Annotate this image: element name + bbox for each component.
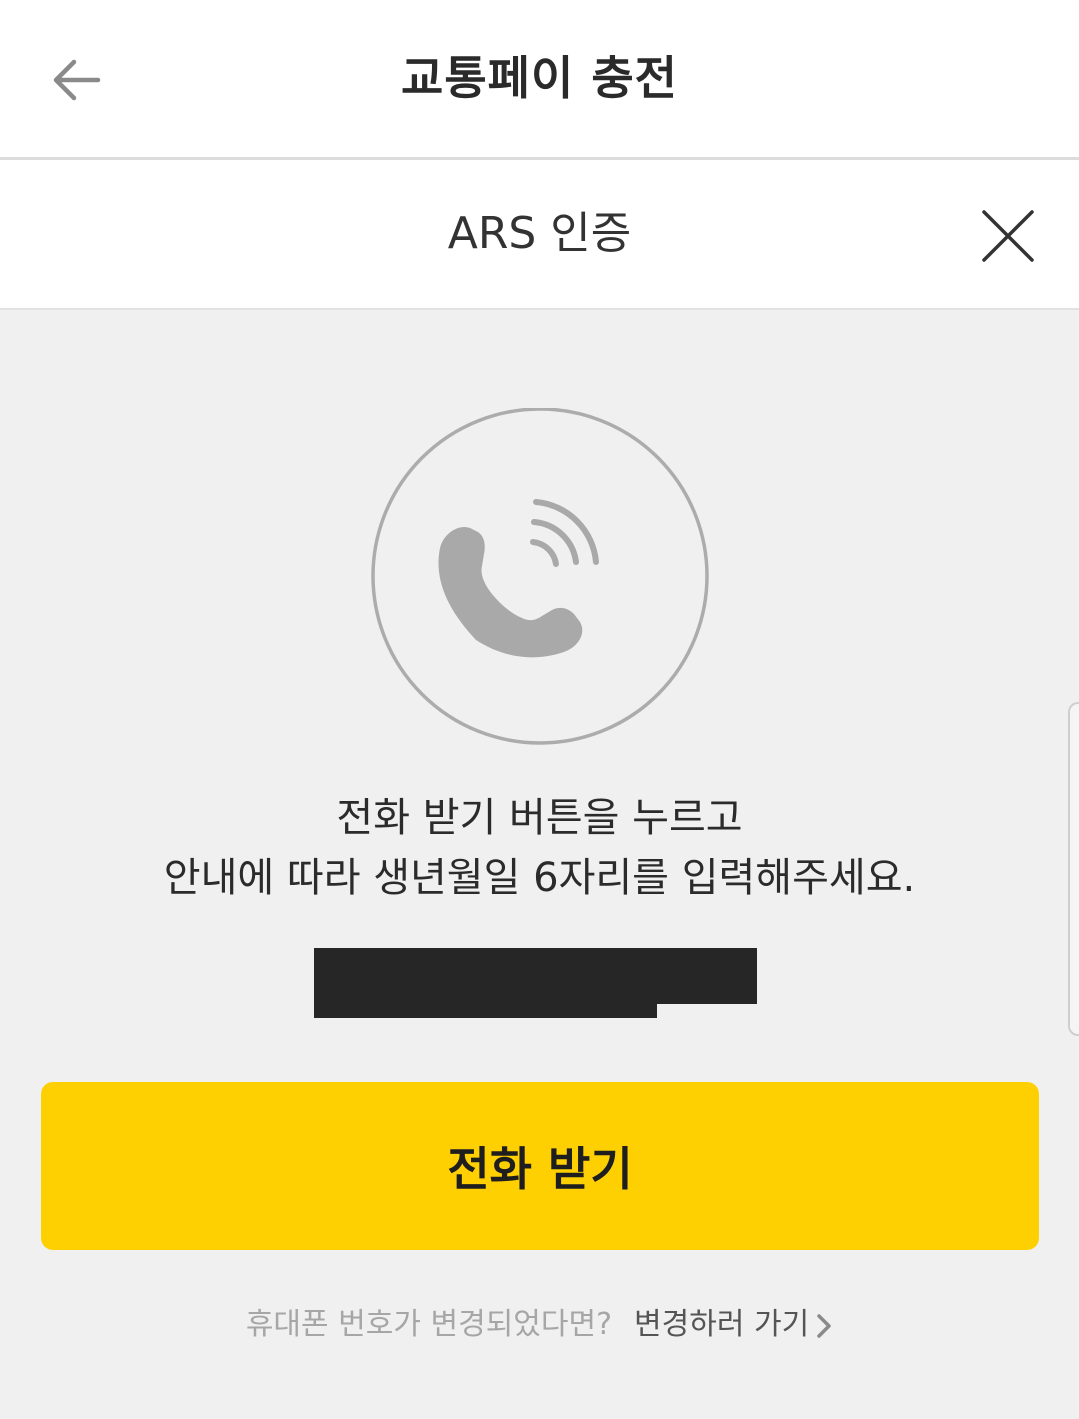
back-arrow-icon bbox=[53, 59, 101, 101]
phone-call-icon bbox=[371, 408, 709, 745]
instruction-line-1: 전화 받기 버튼을 누르고 bbox=[336, 795, 743, 841]
ars-content: 전화 받기 버튼을 누르고 안내에 따라 생년월일 6자리를 입력해주세요. 전… bbox=[0, 310, 1079, 1419]
chevron-right-icon bbox=[817, 1313, 831, 1338]
change-number-row: 휴대폰 번호가 변경되었다면? 변경하러 가기 bbox=[0, 1300, 1079, 1350]
change-number-question: 휴대폰 번호가 변경되었다면? bbox=[245, 1307, 613, 1342]
back-button[interactable] bbox=[40, 44, 112, 116]
redacted-phone-number bbox=[314, 948, 757, 1004]
app-header: 교통페이 충전 bbox=[0, 0, 1079, 160]
receive-call-button[interactable]: 전화 받기 bbox=[41, 1082, 1039, 1250]
change-number-link-label: 변경하러 가기 bbox=[634, 1307, 810, 1342]
instructions: 전화 받기 버튼을 누르고 안내에 따라 생년월일 6자리를 입력해주세요. bbox=[0, 788, 1079, 908]
change-number-link[interactable]: 변경하러 가기 bbox=[634, 1307, 833, 1342]
page-title: 교통페이 충전 bbox=[401, 51, 678, 105]
instruction-line-2: 안내에 따라 생년월일 6자리를 입력해주세요. bbox=[163, 855, 916, 901]
modal-header: ARS 인증 bbox=[0, 160, 1079, 310]
close-button[interactable] bbox=[970, 198, 1046, 274]
redacted-phone-number-tail bbox=[314, 1004, 657, 1018]
edge-panel-handle[interactable] bbox=[1068, 702, 1079, 1036]
modal-title: ARS 인증 bbox=[447, 208, 632, 259]
close-icon bbox=[982, 210, 1034, 262]
